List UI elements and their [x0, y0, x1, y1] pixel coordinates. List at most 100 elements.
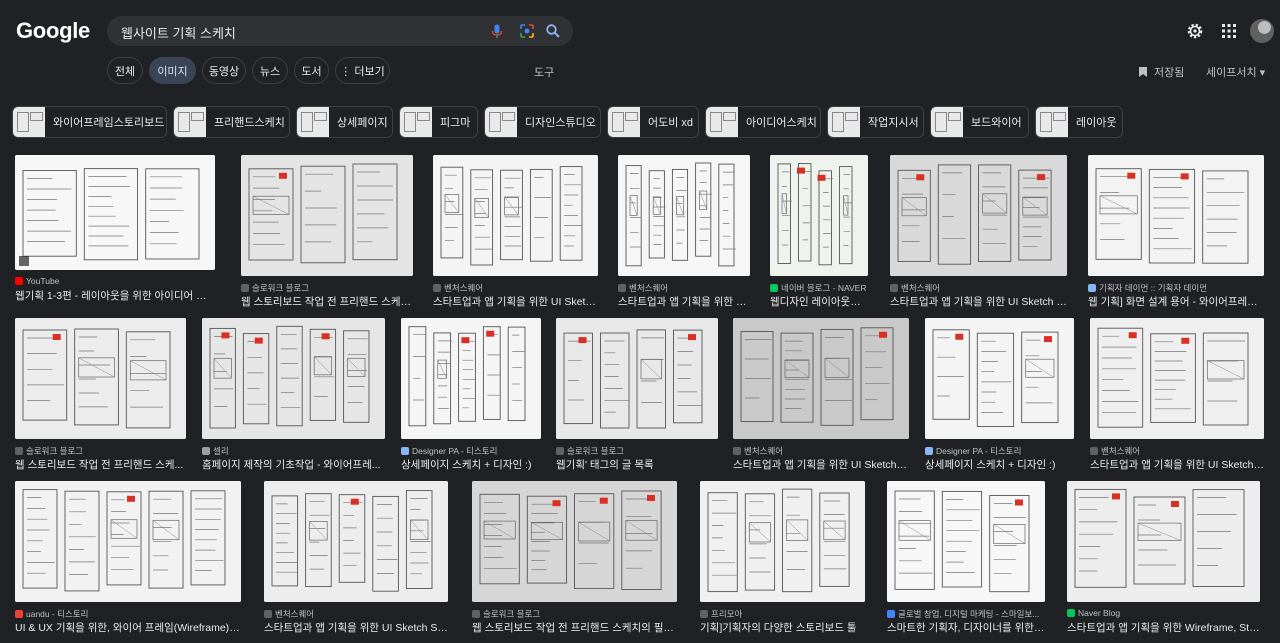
result-title[interactable]: 스타트업과 앱 기획을 위한 UI Sketch S... — [1090, 457, 1264, 472]
image-result[interactable]: 셀리 홈페이지 제작의 기초작업 - 와이어프레... — [202, 318, 385, 475]
image-result[interactable]: 슬로워크 블로그 웹 스토리보드 작업 전 프리핸드 스케치... — [241, 155, 413, 312]
image-result[interactable]: YouTube 웹기획 1-3편 - 레이아웃을 위한 아이디어 스케... — [15, 155, 215, 306]
result-thumbnail[interactable] — [472, 481, 677, 602]
result-title[interactable]: 웹기획' 태그의 글 목록 — [556, 457, 718, 472]
image-result[interactable]: Designer PA - 티스토리 상세페이지 스케치 + 디자인 :) — [925, 318, 1074, 475]
result-title[interactable]: 웹 스토리보드 작업 전 프리핸드 스케치... — [241, 294, 413, 309]
result-title[interactable]: 기획]기획자의 다양한 스토리보드 툴 — [700, 620, 865, 635]
result-thumbnail[interactable] — [925, 318, 1074, 439]
apps-grid-icon[interactable] — [1220, 22, 1238, 40]
search-icon[interactable] — [545, 23, 561, 39]
result-source[interactable]: uandu - 티스토리 — [15, 608, 241, 620]
settings-gear-icon[interactable] — [1186, 22, 1204, 40]
result-title[interactable]: 스타트업과 앱 기획을 위한 UI Sketch Sh... — [890, 294, 1067, 309]
result-thumbnail[interactable] — [733, 318, 909, 439]
google-logo[interactable]: Google — [16, 18, 90, 44]
result-title[interactable]: 웹 기획] 화면 설계 용어 - 와이어프레임, ... — [1088, 294, 1264, 309]
result-title[interactable]: 스타트업과 앱 기획을 위한 UI Sketch S... — [733, 457, 909, 472]
tab-videos[interactable]: 동영상 — [202, 57, 246, 84]
result-title[interactable]: 스타트업과 앱 기획을 위한 UI Sketch Sheet — [264, 620, 448, 635]
result-title[interactable]: 웹 스토리보드 작업 전 프리핸드 스케... — [15, 457, 186, 472]
image-result[interactable]: 벤처스퀘어 스타트업과 앱 기획을 위한 UI Sketch S... — [733, 318, 909, 475]
result-thumbnail[interactable] — [887, 481, 1045, 602]
image-result[interactable]: 슬로워크 블로그 웹기획' 태그의 글 목록 — [556, 318, 718, 475]
result-title[interactable]: 홈페이지 제작의 기초작업 - 와이어프레... — [202, 457, 385, 472]
result-thumbnail[interactable] — [1088, 155, 1264, 276]
tab-news[interactable]: 뉴스 — [252, 57, 288, 84]
suggestion-chip[interactable]: 상세페이지 — [296, 106, 393, 138]
result-title[interactable]: 웹기획 1-3편 - 레이아웃을 위한 아이디어 스케... — [15, 288, 215, 303]
image-result[interactable]: 슬로워크 블로그 웹 스토리보드 작업 전 프리핸드 스케... — [15, 318, 186, 475]
result-source[interactable]: 슬로워크 블로그 — [15, 445, 186, 457]
saved-button[interactable]: 저장됨 — [1138, 64, 1184, 80]
result-source[interactable]: 프리모아 — [700, 608, 865, 620]
result-source[interactable]: Naver Blog — [1067, 608, 1260, 618]
image-result[interactable]: 글로벌 창업, 디지털 마케팅 - 스마일보... 스마트한 기획자, 디자이너를… — [887, 481, 1045, 638]
suggestion-chip[interactable]: 피그마 — [399, 106, 478, 138]
microphone-icon[interactable] — [489, 23, 505, 39]
google-lens-icon[interactable] — [519, 23, 535, 39]
result-source[interactable]: 셀리 — [202, 445, 385, 457]
tab-all[interactable]: 전체 — [107, 57, 143, 84]
safesearch-dropdown[interactable]: 세이프서치 ▾ — [1206, 64, 1265, 80]
result-title[interactable]: 웹디자인 레이아웃과 ... — [770, 294, 868, 309]
result-source[interactable]: 슬로워크 블로그 — [556, 445, 718, 457]
result-thumbnail[interactable] — [1067, 481, 1260, 602]
result-thumbnail[interactable] — [241, 155, 413, 276]
search-input[interactable]: 웹사이트 기획 스케치 — [121, 23, 236, 42]
image-result[interactable]: Designer PA - 티스토리 상세페이지 스케치 + 디자인 :) — [401, 318, 541, 475]
suggestion-chip[interactable]: 프리핸드스케치 — [173, 106, 290, 138]
image-result[interactable]: Naver Blog 스타트업과 앱 기획을 위한 Wireframe, Stor… — [1067, 481, 1260, 638]
result-title[interactable]: 웹 스토리보드 작업 전 프리핸드 스케치의 필요성 — [472, 620, 677, 635]
result-thumbnail[interactable] — [1090, 318, 1264, 439]
result-thumbnail[interactable] — [15, 318, 186, 439]
result-thumbnail[interactable] — [202, 318, 385, 439]
image-result[interactable]: 벤처스퀘어 스타트업과 앱 기획을 위한 UI Sketch S... — [1090, 318, 1264, 475]
result-source[interactable]: 슬로워크 블로그 — [472, 608, 677, 620]
image-result[interactable]: 벤처스퀘어 스타트업과 앱 기획을 위한 UI Sketch ... — [433, 155, 598, 312]
account-avatar[interactable] — [1250, 19, 1274, 43]
suggestion-chip[interactable]: 작업지시서 — [827, 106, 924, 138]
suggestion-chip[interactable]: 어도비 xd — [607, 106, 699, 138]
result-source[interactable]: 벤처스퀘어 — [618, 282, 750, 294]
result-source[interactable]: 벤처스퀘어 — [890, 282, 1067, 294]
result-thumbnail[interactable] — [264, 481, 448, 602]
result-source[interactable]: Designer PA - 티스토리 — [925, 445, 1074, 457]
result-thumbnail[interactable] — [890, 155, 1067, 276]
tab-more[interactable]: ⋮ 더보기 — [335, 57, 390, 84]
suggestion-chip[interactable]: 보드와이어 — [930, 106, 1029, 138]
result-thumbnail[interactable] — [618, 155, 750, 276]
result-title[interactable]: UI & UX 기획을 위한, 와이어 프레임(Wireframe) & 프..… — [15, 620, 241, 635]
image-result[interactable]: 프리모아 기획]기획자의 다양한 스토리보드 툴 — [700, 481, 865, 638]
result-thumbnail[interactable] — [401, 318, 541, 439]
image-result[interactable]: 슬로워크 블로그 웹 스토리보드 작업 전 프리핸드 스케치의 필요성 — [472, 481, 677, 638]
result-title[interactable]: 스타트업과 앱 기획을 위한 UI Sketch ... — [433, 294, 598, 309]
result-source[interactable]: 벤처스퀘어 — [264, 608, 448, 620]
tab-books[interactable]: 도서 — [294, 57, 329, 84]
result-thumbnail[interactable] — [15, 155, 215, 270]
result-title[interactable]: 스타트업과 앱 기획을 위한 Wireframe, Story... — [1067, 620, 1260, 635]
result-thumbnail[interactable] — [700, 481, 865, 602]
search-box[interactable]: 웹사이트 기획 스케치 — [107, 16, 573, 46]
result-thumbnail[interactable] — [15, 481, 241, 602]
result-title[interactable]: 상세페이지 스케치 + 디자인 :) — [925, 457, 1074, 472]
result-thumbnail[interactable] — [433, 155, 598, 276]
image-result[interactable]: 네이버 블로그 - NAVER 웹디자인 레이아웃과 ... — [770, 155, 868, 312]
result-title[interactable]: 스타트업과 앱 기획을 위한 UI ... — [618, 294, 750, 309]
result-source[interactable]: Designer PA - 티스토리 — [401, 445, 541, 457]
result-title[interactable]: 스마트한 기획자, 디자이너를 위한 ... — [887, 620, 1045, 635]
suggestion-chip[interactable]: 디자인스튜디오 — [484, 106, 601, 138]
result-source[interactable]: 글로벌 창업, 디지털 마케팅 - 스마일보... — [887, 608, 1045, 620]
result-title[interactable]: 상세페이지 스케치 + 디자인 :) — [401, 457, 541, 472]
image-result[interactable]: 벤처스퀘어 스타트업과 앱 기획을 위한 UI Sketch Sheet — [264, 481, 448, 638]
suggestion-chip[interactable]: 와이어프레임스토리보드 — [12, 106, 167, 138]
suggestion-chip[interactable]: 아이디어스케치 — [705, 106, 821, 138]
tools-button[interactable]: 도구 — [534, 64, 554, 80]
image-result[interactable]: 벤처스퀘어 스타트업과 앱 기획을 위한 UI Sketch Sh... — [890, 155, 1067, 312]
result-source[interactable]: 네이버 블로그 - NAVER — [770, 282, 868, 294]
result-thumbnail[interactable] — [770, 155, 868, 276]
suggestion-chip[interactable]: 레이아웃 — [1035, 106, 1123, 138]
result-source[interactable]: 벤처스퀘어 — [733, 445, 909, 457]
tab-images[interactable]: 이미지 — [149, 57, 196, 84]
result-thumbnail[interactable] — [556, 318, 718, 439]
